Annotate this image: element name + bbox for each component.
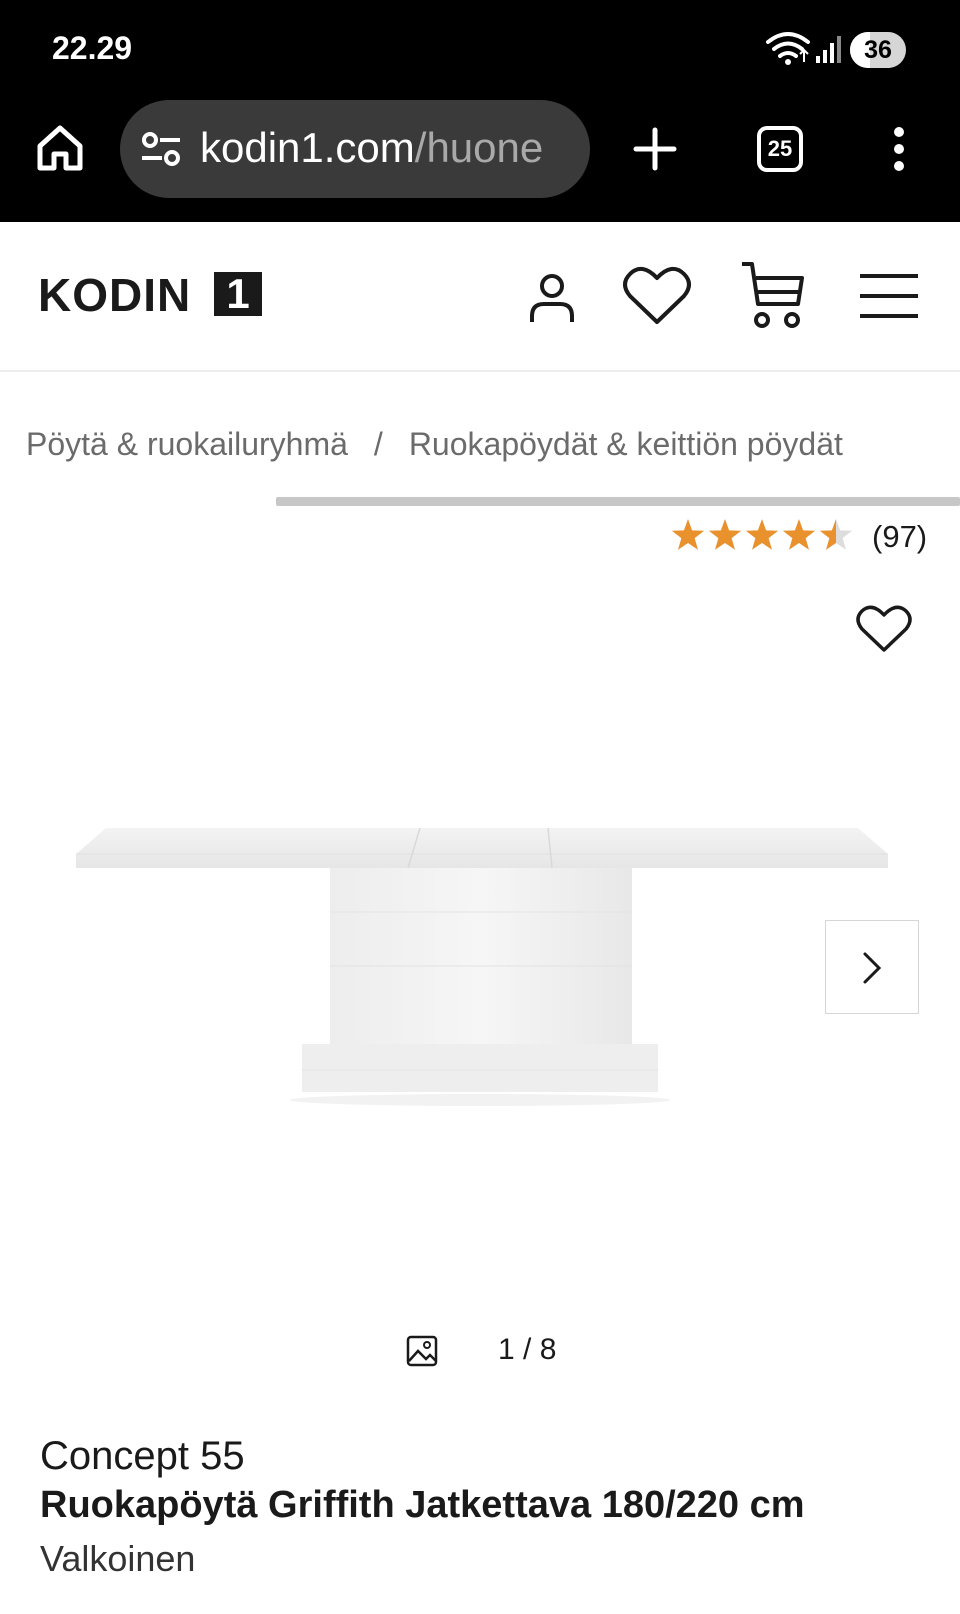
- wishlist-heart-icon[interactable]: [856, 604, 912, 654]
- logo-number: 1: [214, 272, 262, 316]
- breadcrumb-item-poyta[interactable]: Pöytä & ruokailuryhmä: [26, 426, 348, 462]
- star-icon: [819, 519, 853, 550]
- more-vert-icon[interactable]: [884, 124, 914, 174]
- product-variant: Valkoinen: [40, 1538, 196, 1579]
- heart-icon[interactable]: [622, 264, 692, 326]
- star-icon: [708, 519, 742, 550]
- url-domain: kodin1.com: [200, 124, 415, 171]
- url-text[interactable]: kodin1.com/huone: [200, 124, 543, 172]
- wifi-icon: [766, 32, 810, 65]
- rating-count: (97): [872, 519, 928, 554]
- product-title: Ruokapöytä Griffith Jatkettava 180/220 c…: [40, 1484, 805, 1526]
- breadcrumb-scrollbar[interactable]: [276, 497, 960, 506]
- menu-icon[interactable]: [858, 270, 920, 322]
- home-icon[interactable]: [34, 122, 86, 174]
- tune-icon[interactable]: [140, 130, 182, 168]
- cart-icon[interactable]: [740, 260, 806, 332]
- logo-text: KODIN: [38, 269, 192, 321]
- product-brand[interactable]: Concept 55: [40, 1434, 245, 1479]
- rating-stars: [671, 519, 853, 550]
- breadcrumb-separator: /: [373, 426, 383, 462]
- gallery-counter: 1 / 8: [498, 1333, 557, 1366]
- status-bar: 22.29 36: [0, 0, 960, 100]
- battery-indicator: 36: [850, 32, 906, 68]
- image-icon[interactable]: [406, 1335, 438, 1367]
- star-icon: [782, 519, 816, 550]
- site-logo[interactable]: KODIN 1: [38, 270, 264, 320]
- star-icon: [671, 519, 705, 550]
- browser-toolbar: kodin1.com/huone 25: [0, 100, 960, 222]
- signal-icon: [816, 36, 841, 63]
- user-icon[interactable]: [524, 270, 580, 326]
- next-image-button[interactable]: [825, 920, 919, 1014]
- product-image[interactable]: [70, 820, 890, 1120]
- url-path: /huone: [414, 124, 544, 171]
- chevron-right-icon: [863, 952, 882, 984]
- star-icon: [745, 519, 779, 550]
- address-bar[interactable]: kodin1.com/huone: [120, 100, 590, 198]
- breadcrumb-item-ruokapoydat[interactable]: Ruokapöydät & keittiön pöydät: [409, 426, 843, 462]
- tabs-icon[interactable]: 25: [757, 126, 803, 172]
- status-time: 22.29: [52, 30, 133, 66]
- plus-icon[interactable]: [630, 124, 680, 174]
- site-header: KODIN 1: [0, 222, 960, 372]
- breadcrumb: Pöytä & ruokailuryhmä / Ruokapöydät & keit…: [26, 426, 843, 463]
